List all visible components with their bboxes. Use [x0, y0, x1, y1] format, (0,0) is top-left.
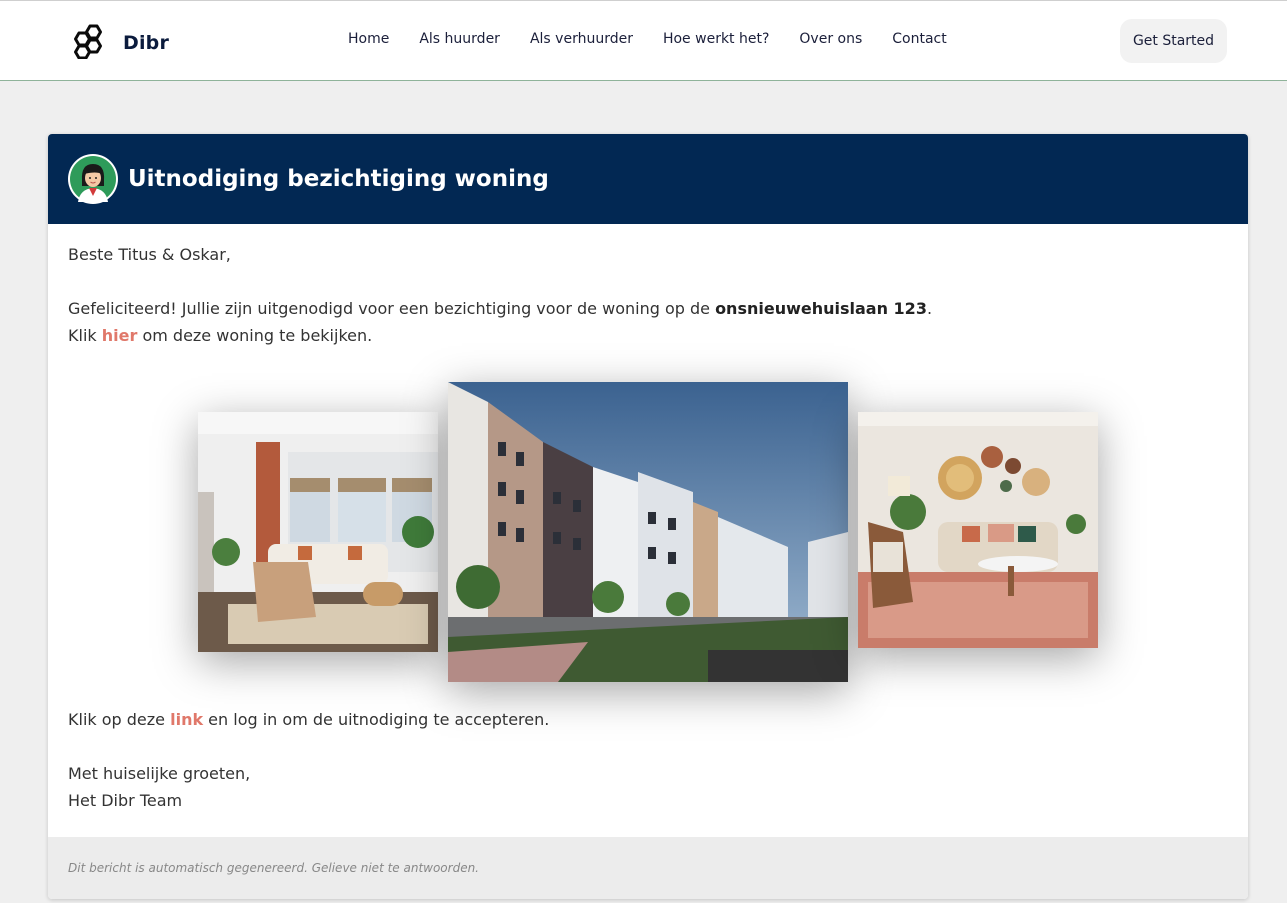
view-property-link[interactable]: hier — [102, 326, 138, 345]
email-title: Uitnodiging bezichtiging woning — [128, 166, 549, 192]
email-footer: Dit bericht is automatisch gegenereerd. … — [48, 837, 1248, 899]
congrats-text: Gefeliciteerd! Jullie zijn uitgenodigd v… — [68, 299, 716, 318]
get-started-button[interactable]: Get Started — [1120, 19, 1227, 63]
signature-text: Het Dibr Team — [68, 791, 183, 810]
nav-contact[interactable]: Contact — [892, 31, 946, 47]
main-nav: Home Als huurder Als verhuurder Hoe werk… — [348, 31, 977, 47]
nav-home[interactable]: Home — [348, 31, 389, 47]
building-exterior-photo[interactable] — [448, 382, 848, 682]
greeting-text: Beste Titus & Oskar, — [68, 245, 231, 264]
brand-logo[interactable]: Dibr — [70, 23, 169, 63]
living-room-photo-right[interactable] — [858, 412, 1098, 648]
nav-hoe-werkt-het[interactable]: Hoe werkt het? — [663, 31, 769, 47]
congrats-end: . — [926, 299, 933, 318]
view-prefix: Klik — [68, 326, 102, 345]
view-paragraph: Klik hier om deze woning te bekijken. — [68, 326, 372, 346]
nav-als-verhuurder[interactable]: Als verhuurder — [530, 31, 633, 47]
email-body: Beste Titus & Oskar, Gefeliciteerd! Jull… — [48, 224, 1248, 837]
accept-paragraph: Klik op deze link en log in om de uitnod… — [68, 710, 549, 730]
top-navbar: Dibr Home Als huurder Als verhuurder Hoe… — [0, 0, 1287, 81]
nav-over-ons[interactable]: Over ons — [799, 31, 862, 47]
brand-name: Dibr — [123, 32, 170, 54]
hexagon-cluster-icon — [70, 23, 106, 63]
email-card: Uitnodiging bezichtiging woning Beste Ti… — [48, 134, 1248, 899]
signoff-text: Met huiselijke groeten, — [68, 764, 251, 783]
accept-suffix: en log in om de uitnodiging te acceptere… — [203, 710, 550, 729]
accept-prefix: Klik op deze — [68, 710, 171, 729]
congrats-paragraph: Gefeliciteerd! Jullie zijn uitgenodigd v… — [68, 299, 932, 319]
property-address: onsnieuwehuislaan 123 — [715, 299, 927, 318]
view-suffix: om deze woning te bekijken. — [137, 326, 373, 345]
email-header: Uitnodiging bezichtiging woning — [48, 134, 1248, 224]
accept-invitation-link[interactable]: link — [170, 710, 203, 729]
agent-avatar-icon — [68, 154, 118, 204]
interior-photo-left[interactable] — [198, 412, 438, 652]
auto-generated-note: Dit bericht is automatisch gegenereerd. … — [68, 861, 479, 875]
nav-als-huurder[interactable]: Als huurder — [419, 31, 500, 47]
